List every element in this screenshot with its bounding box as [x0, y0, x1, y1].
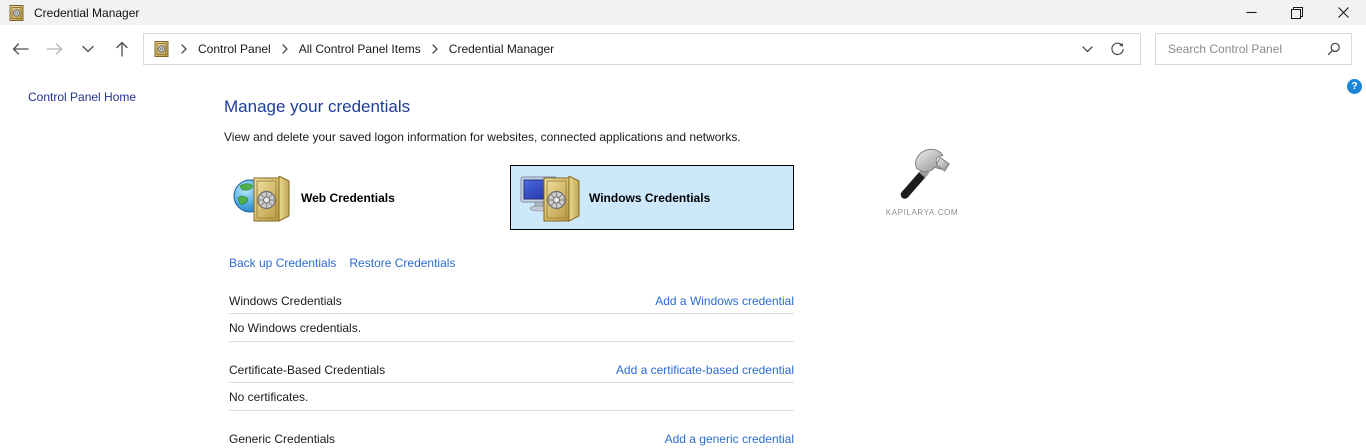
section-title: Certificate-Based Credentials — [229, 363, 385, 377]
sidebar-item-control-panel-home[interactable]: Control Panel Home — [28, 90, 136, 104]
chevron-down-icon — [1082, 46, 1093, 53]
credential-manager-window: Credential Manager — [0, 0, 1366, 448]
titlebar: Credential Manager — [0, 0, 1366, 25]
close-icon — [1338, 7, 1349, 18]
watermark: KAPILARYA.COM — [872, 143, 972, 217]
windows-credentials-tile[interactable]: Windows Credentials — [510, 165, 794, 230]
credential-actions: Back up Credentials Restore Credentials — [229, 256, 794, 270]
section-empty-text: No certificates. — [229, 383, 794, 411]
restore-icon — [1291, 7, 1303, 19]
minimize-button[interactable] — [1228, 0, 1274, 25]
add-generic-credential-link[interactable]: Add a generic credential — [665, 432, 794, 446]
tile-label: Web Credentials — [301, 191, 395, 205]
refresh-icon — [1110, 42, 1125, 57]
breadcrumb-chevron-icon — [428, 42, 442, 56]
add-windows-credential-link[interactable]: Add a Windows credential — [655, 294, 794, 308]
main-pane: Manage your credentials View and delete … — [224, 73, 794, 448]
section-empty-text: No Windows credentials. — [229, 314, 794, 342]
credential-sections: Windows Credentials Add a Windows creden… — [229, 294, 794, 448]
hammer-icon — [889, 143, 955, 201]
windows-credentials-section: Windows Credentials Add a Windows creden… — [229, 294, 794, 342]
credential-type-tiles: Web Credentials — [225, 165, 794, 230]
windows-credentials-icon — [520, 170, 582, 226]
forward-button[interactable] — [42, 36, 68, 62]
breadcrumb-credential-manager[interactable]: Credential Manager — [445, 42, 558, 56]
backup-credentials-link[interactable]: Back up Credentials — [229, 256, 336, 270]
section-title: Generic Credentials — [229, 432, 335, 446]
recent-pages-dropdown[interactable] — [75, 36, 101, 62]
breadcrumb-chevron-icon — [177, 42, 191, 56]
address-bar[interactable]: Control Panel All Control Panel Items Cr… — [143, 33, 1141, 65]
up-button[interactable] — [109, 36, 135, 62]
forward-arrow-icon — [46, 42, 63, 56]
web-credentials-icon — [232, 170, 294, 226]
search-box[interactable] — [1155, 33, 1352, 65]
breadcrumb-chevron-icon — [278, 42, 292, 56]
generic-credentials-section: Generic Credentials Add a generic creden… — [229, 432, 794, 448]
web-credentials-tile[interactable]: Web Credentials — [225, 165, 510, 230]
breadcrumb-control-panel[interactable]: Control Panel — [194, 42, 275, 56]
breadcrumb-all-control-panel-items[interactable]: All Control Panel Items — [295, 42, 425, 56]
back-button[interactable] — [8, 36, 34, 62]
page-title: Manage your credentials — [224, 97, 794, 117]
address-dropdown-button[interactable] — [1072, 36, 1102, 62]
navigation-bar: Control Panel All Control Panel Items Cr… — [0, 25, 1366, 73]
page-description: View and delete your saved logon informa… — [224, 130, 794, 144]
certificate-credentials-section: Certificate-Based Credentials Add a cert… — [229, 363, 794, 411]
vault-icon[interactable] — [154, 41, 170, 57]
add-certificate-credential-link[interactable]: Add a certificate-based credential — [616, 363, 794, 377]
search-input[interactable] — [1166, 41, 1327, 57]
question-mark-icon: ? — [1351, 81, 1357, 92]
help-button[interactable]: ? — [1347, 79, 1362, 94]
search-icon[interactable] — [1327, 42, 1341, 56]
close-button[interactable] — [1320, 0, 1366, 25]
vault-icon — [9, 5, 25, 21]
content-area: ? Control Panel Home Manage your credent… — [0, 73, 1366, 448]
refresh-button[interactable] — [1102, 36, 1132, 62]
tile-label: Windows Credentials — [589, 191, 710, 205]
section-title: Windows Credentials — [229, 294, 342, 308]
window-title: Credential Manager — [34, 6, 139, 20]
chevron-down-icon — [82, 45, 94, 53]
restore-button[interactable] — [1274, 0, 1320, 25]
watermark-text: KAPILARYA.COM — [872, 208, 972, 217]
back-arrow-icon — [12, 42, 29, 56]
up-arrow-icon — [115, 41, 129, 57]
restore-credentials-link[interactable]: Restore Credentials — [349, 256, 455, 270]
